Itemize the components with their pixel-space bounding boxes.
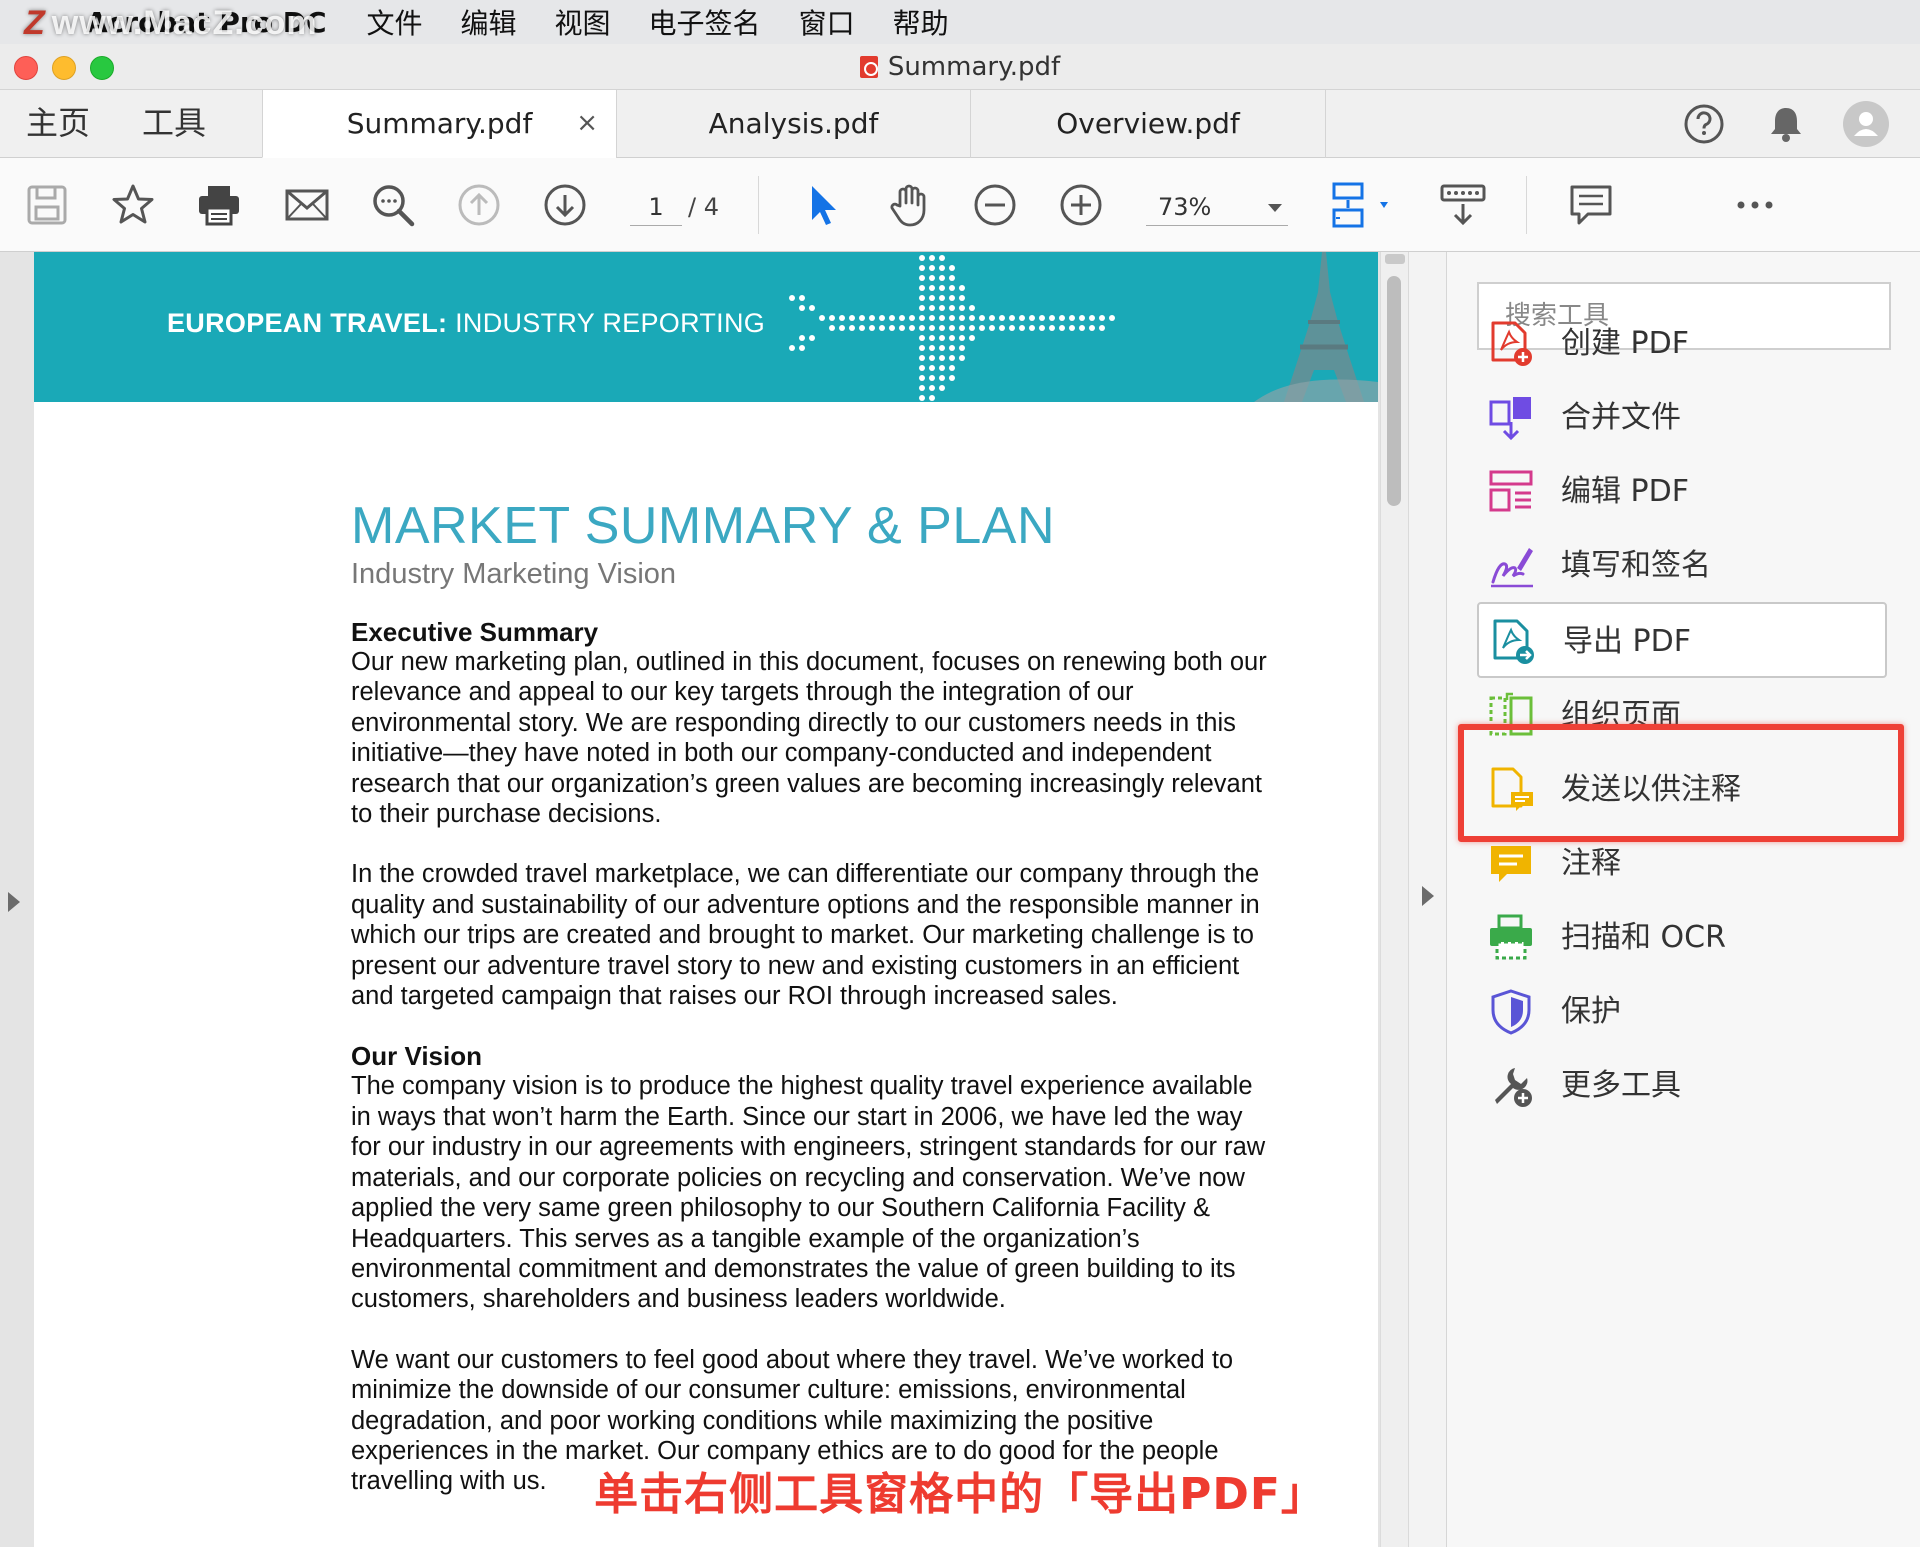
left-panel-toggle-icon[interactable]: [8, 892, 20, 912]
hand-tool-icon[interactable]: [886, 182, 932, 228]
previous-page-icon[interactable]: [456, 182, 502, 228]
tool-label: 导出 PDF: [1563, 624, 1691, 659]
window-titlebar: Summary.pdf: [0, 44, 1920, 90]
page-banner: EUROPEAN TRAVEL: INDUSTRY REPORTING: [34, 252, 1378, 402]
help-icon[interactable]: [1682, 102, 1726, 146]
tool-protect[interactable]: 保护: [1477, 974, 1887, 1050]
create-pdf-icon: [1491, 321, 1532, 366]
zoom-out-icon[interactable]: [972, 182, 1018, 228]
protect-icon: [1491, 989, 1531, 1035]
document-title: MARKET SUMMARY & PLAN: [351, 497, 1056, 555]
zoom-in-icon[interactable]: [1058, 182, 1104, 228]
tab-analysis-pdf[interactable]: Analysis.pdf: [616, 90, 970, 158]
tab-analysis-label: Analysis.pdf: [708, 107, 879, 140]
print-icon[interactable]: [196, 182, 242, 228]
edit-pdf-icon: [1489, 470, 1533, 512]
scan-ocr-icon: [1490, 914, 1532, 960]
right-panel-collapse[interactable]: [1408, 252, 1446, 1547]
tab-overview-label: Overview.pdf: [1056, 107, 1240, 140]
export-pdf-highlight-frame: [1458, 724, 1904, 842]
watermark-text: www.MacZ.com: [51, 4, 318, 42]
site-watermark: Zwww.MacZ.com: [24, 4, 318, 43]
banner-heading: EUROPEAN TRAVEL: INDUSTRY REPORTING: [167, 308, 765, 339]
more-tools-icon: [1495, 1068, 1532, 1107]
tab-summary-pdf[interactable]: Summary.pdf ×: [262, 90, 616, 158]
document-subtitle: Industry Marketing Vision: [351, 558, 677, 590]
menu-edit[interactable]: 编辑: [461, 2, 517, 42]
menu-e-sign[interactable]: 电子签名: [649, 2, 761, 42]
scroll-up-button[interactable]: [1385, 254, 1405, 264]
zoom-level-select[interactable]: 73%: [1146, 188, 1288, 226]
eiffel-tower-graphic: [1234, 252, 1378, 402]
close-tab-icon[interactable]: ×: [576, 90, 598, 157]
paragraph: In the crowded travel marketplace, we ca…: [351, 860, 1260, 1011]
section-heading: Our Vision: [351, 1041, 482, 1072]
dotted-airplane-graphic: [789, 255, 1115, 401]
pdf-file-icon: [859, 56, 878, 78]
window-title: Summary.pdf: [0, 52, 1920, 82]
tool-more-tools[interactable]: 更多工具: [1477, 1048, 1887, 1124]
tool-edit-pdf[interactable]: 编辑 PDF: [1477, 454, 1887, 530]
tab-overview-pdf[interactable]: Overview.pdf: [970, 90, 1326, 158]
document-text: MARKET SUMMARY & PLAN Industry Marketing…: [351, 496, 1271, 1527]
scrollbar-thumb[interactable]: [1387, 276, 1401, 506]
tab-home[interactable]: 主页: [26, 90, 90, 157]
document-viewer: EUROPEAN TRAVEL: INDUSTRY REPORTING MARK…: [0, 252, 1446, 1547]
paragraph: The company vision is to produce the hig…: [351, 1072, 1266, 1314]
tool-label: 编辑 PDF: [1561, 474, 1689, 509]
tool-label: 合并文件: [1561, 400, 1681, 435]
zoom-level-value: 73%: [1158, 193, 1212, 221]
page-display-icon[interactable]: [1330, 182, 1396, 228]
bookmark-star-icon[interactable]: [110, 182, 156, 228]
section-heading: Executive Summary: [351, 617, 599, 647]
comment-icon[interactable]: [1568, 182, 1614, 228]
banner-rest-text: INDUSTRY REPORTING: [447, 308, 766, 338]
tool-label: 扫描和 OCR: [1561, 920, 1726, 955]
tool-create-pdf[interactable]: 创建 PDF: [1477, 306, 1887, 382]
tool-label: 保护: [1561, 994, 1621, 1029]
tool-fill-sign[interactable]: 填写和签名: [1477, 528, 1887, 604]
more-options-icon[interactable]: [1732, 182, 1778, 228]
vertical-scrollbar[interactable]: [1380, 252, 1408, 1547]
tab-tools[interactable]: 工具: [142, 90, 206, 157]
chevron-down-icon: [1268, 204, 1282, 212]
tool-label: 创建 PDF: [1561, 326, 1689, 361]
menu-file[interactable]: 文件: [367, 2, 423, 42]
select-arrow-icon[interactable]: [800, 182, 846, 228]
paragraph: Our new marketing plan, outlined in this…: [351, 648, 1267, 829]
search-document-icon[interactable]: [370, 182, 416, 228]
tool-label: 填写和签名: [1561, 548, 1711, 583]
read-mode-icon[interactable]: [1440, 182, 1486, 228]
toolbar-divider: [758, 176, 759, 234]
email-icon[interactable]: [284, 182, 330, 228]
tab-bar: 主页 工具 Summary.pdf × Analysis.pdf Overvie…: [0, 90, 1920, 158]
combine-files-icon: [1489, 397, 1531, 441]
menu-window[interactable]: 窗口: [799, 2, 855, 42]
comment-icon: [1491, 846, 1531, 882]
menu-view[interactable]: 视图: [555, 2, 611, 42]
main-toolbar: 1 / 4 73%: [0, 158, 1920, 252]
page-total: / 4: [688, 193, 719, 221]
save-icon[interactable]: [24, 182, 70, 228]
tool-label: 更多工具: [1561, 1068, 1681, 1103]
menu-help[interactable]: 帮助: [893, 2, 949, 42]
tools-pane: 搜索工具 创建 PDF 合并文件 编辑 PDF 填写和签名 导出 PDF 组织页…: [1446, 252, 1920, 1547]
window-title-text: Summary.pdf: [887, 52, 1061, 82]
user-avatar-icon[interactable]: [1842, 100, 1890, 148]
watermark-logo-icon: Z: [24, 4, 46, 42]
pdf-page: EUROPEAN TRAVEL: INDUSTRY REPORTING MARK…: [34, 252, 1378, 1547]
tool-export-pdf[interactable]: 导出 PDF: [1477, 602, 1887, 678]
banner-bold-text: EUROPEAN TRAVEL:: [167, 308, 448, 338]
tool-combine-files[interactable]: 合并文件: [1477, 380, 1887, 456]
page-number-input[interactable]: 1: [630, 188, 682, 226]
notification-bell-icon[interactable]: [1764, 102, 1808, 146]
fill-sign-icon: [1491, 548, 1533, 588]
tutorial-caption: 单击右侧工具窗格中的「导出PDF」: [593, 1468, 1326, 1521]
next-page-icon[interactable]: [542, 182, 588, 228]
collapse-pane-icon[interactable]: [1422, 886, 1434, 906]
export-pdf-icon: [1493, 619, 1534, 664]
tab-summary-label: Summary.pdf: [346, 107, 533, 140]
tool-scan-ocr[interactable]: 扫描和 OCR: [1477, 900, 1887, 976]
toolbar-divider: [1526, 176, 1527, 234]
